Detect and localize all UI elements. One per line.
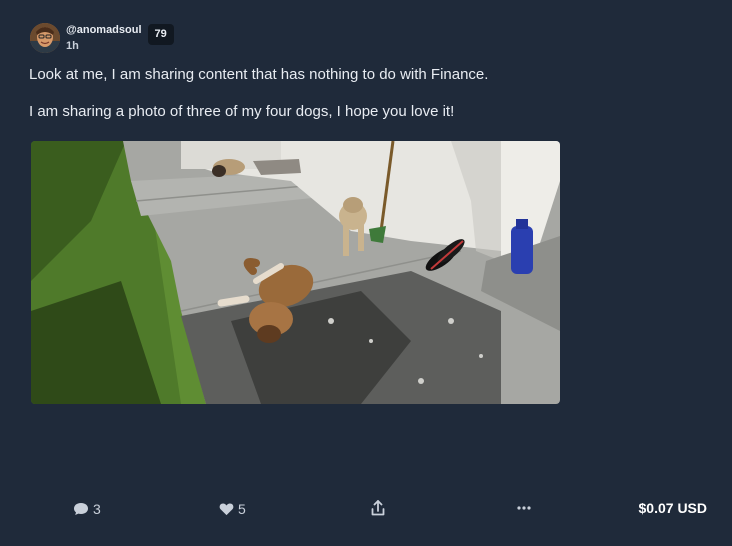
- post-header: @anomadsoul 79 1h: [30, 23, 174, 53]
- post-card: @anomadsoul 79 1h Look at me, I am shari…: [0, 0, 732, 546]
- dogs-photo: [31, 141, 560, 404]
- heart-icon: [219, 503, 234, 516]
- post-paragraph-1: Look at me, I am sharing content that ha…: [29, 66, 489, 83]
- comments-count: 3: [93, 501, 101, 517]
- post-time[interactable]: 1h: [66, 40, 174, 52]
- more-options-button[interactable]: [517, 506, 531, 510]
- share-icon: [371, 500, 385, 516]
- like-button[interactable]: 5: [219, 501, 246, 517]
- post-actions: 3 5 $0.07 USD: [0, 498, 732, 520]
- comment-icon: [74, 503, 88, 515]
- likes-count: 5: [238, 501, 246, 517]
- post-photo[interactable]: [31, 141, 560, 404]
- comments-button[interactable]: 3: [73, 501, 101, 517]
- share-button[interactable]: [371, 500, 385, 516]
- avatar-image: [30, 23, 60, 53]
- author-meta: @anomadsoul 79 1h: [66, 24, 174, 52]
- post-paragraph-2: I am sharing a photo of three of my four…: [29, 103, 455, 120]
- payout-value[interactable]: $0.07 USD: [639, 500, 707, 516]
- more-icon: [517, 506, 531, 510]
- avatar[interactable]: [30, 23, 60, 53]
- author-username[interactable]: @anomadsoul: [66, 24, 142, 36]
